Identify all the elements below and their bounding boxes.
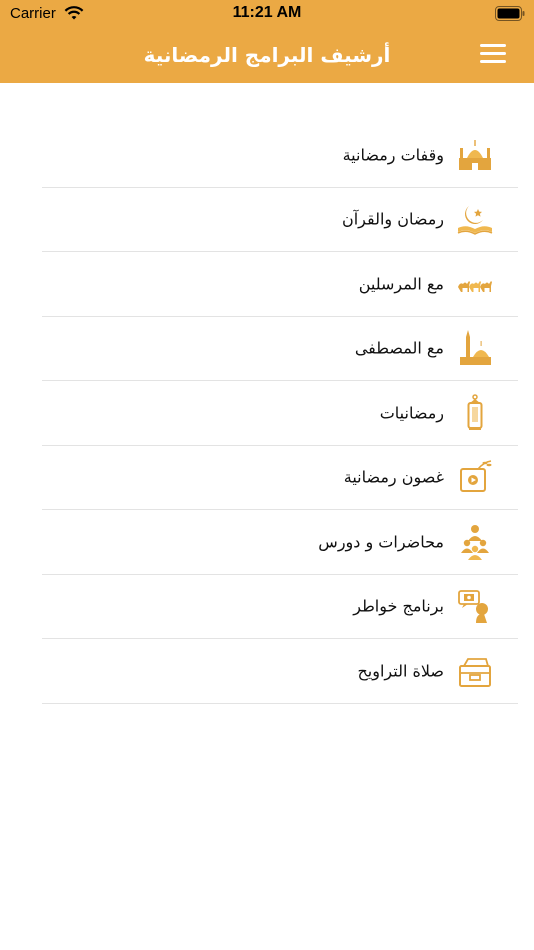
list-item-ramadaniyat[interactable]: رمضانيات	[42, 381, 518, 446]
list-item-label: غصون رمضانية	[343, 467, 444, 487]
lantern-icon	[456, 394, 494, 432]
camel-caravan-icon	[456, 265, 494, 303]
list-item-label: صلاة التراويح	[357, 661, 444, 681]
speaker-thoughts-icon	[456, 587, 494, 625]
status-bar: Carrier 11:21 AM	[0, 0, 534, 28]
list-item-ramadan-quran[interactable]: رمضان والقرآن	[42, 188, 518, 252]
archive-box-icon	[456, 652, 494, 690]
audience-lecture-icon	[456, 523, 494, 561]
list-item-lectures[interactable]: محاضرات و دورس	[42, 510, 518, 575]
list-item-label: برنامج خواطر	[353, 596, 444, 616]
mosque-icon	[456, 136, 494, 174]
minaret-dome-icon	[456, 329, 494, 367]
list-item-label: رمضان والقرآن	[341, 209, 444, 229]
list-item-khawater[interactable]: برنامج خواطر	[42, 575, 518, 639]
list-item-label: وقفات رمضانية	[342, 145, 444, 165]
app-header: Carrier 11:21 AM أرشيف البرامج الرمضانية	[0, 0, 534, 83]
battery-icon	[495, 6, 525, 21]
status-time: 11:21 AM	[232, 4, 302, 21]
list-item-label: مع المصطفى	[354, 338, 444, 358]
program-list: وقفات رمضانية رمضان والقرآن مع المرسلين	[42, 123, 518, 704]
page-title: أرشيف البرامج الرمضانية	[143, 43, 391, 67]
list-item-mursalin[interactable]: مع المرسلين	[42, 252, 518, 317]
hamburger-menu-icon[interactable]	[480, 42, 506, 64]
list-item-label: رمضانيات	[379, 403, 444, 423]
list-item-ghusun[interactable]: غصون رمضانية	[42, 446, 518, 510]
list-item-label: مع المرسلين	[358, 274, 444, 294]
list-item-label: محاضرات و دورس	[318, 532, 444, 552]
list-item-tarawih[interactable]: صلاة التراويح	[42, 639, 518, 704]
crescent-quran-icon	[456, 200, 494, 238]
video-branch-icon	[456, 458, 494, 496]
list-item-waqafat[interactable]: وقفات رمضانية	[42, 123, 518, 188]
list-item-mustafa[interactable]: مع المصطفى	[42, 317, 518, 381]
